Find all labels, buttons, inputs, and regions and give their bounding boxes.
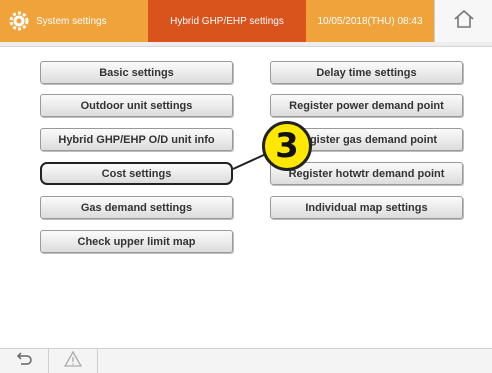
- individual-map-settings-button[interactable]: Individual map settings: [270, 196, 463, 219]
- check-upper-limit-map-button[interactable]: Check upper limit map: [40, 230, 233, 253]
- basic-settings-button[interactable]: Basic settings: [40, 61, 233, 84]
- datetime-area: 10/05/2018(THU) 08:43: [306, 0, 434, 42]
- system-settings-window: System settings Hybrid GHP/EHP settings …: [0, 0, 492, 373]
- datetime: 10/05/2018(THU) 08:43: [317, 15, 423, 27]
- warning-icon: [63, 350, 83, 372]
- home-button[interactable]: [434, 0, 492, 42]
- delay-time-settings-button[interactable]: Delay time settings: [270, 61, 463, 84]
- gear-icon: [8, 10, 30, 32]
- app-title: System settings: [36, 15, 107, 27]
- header-divider: [0, 42, 492, 47]
- register-power-demand-point-button[interactable]: Register power demand point: [270, 94, 463, 117]
- back-button[interactable]: [0, 349, 49, 373]
- screen-title: Hybrid GHP/EHP settings: [170, 15, 284, 27]
- title-bar: System settings Hybrid GHP/EHP settings …: [0, 0, 492, 42]
- app-title-area: System settings: [0, 0, 148, 42]
- screen-title-area: Hybrid GHP/EHP settings: [148, 0, 306, 42]
- home-icon: [453, 9, 475, 34]
- step-number-badge: 3: [262, 121, 312, 171]
- back-arrow-icon: [15, 351, 33, 371]
- warning-button[interactable]: [49, 349, 98, 373]
- hybrid-od-unit-info-button[interactable]: Hybrid GHP/EHP O/D unit info: [40, 128, 233, 151]
- gas-demand-settings-button[interactable]: Gas demand settings: [40, 196, 233, 219]
- callout-line: [232, 153, 267, 170]
- footer-bar: [0, 348, 492, 373]
- cost-settings-button[interactable]: Cost settings: [40, 162, 233, 185]
- outdoor-unit-settings-button[interactable]: Outdoor unit settings: [40, 94, 233, 117]
